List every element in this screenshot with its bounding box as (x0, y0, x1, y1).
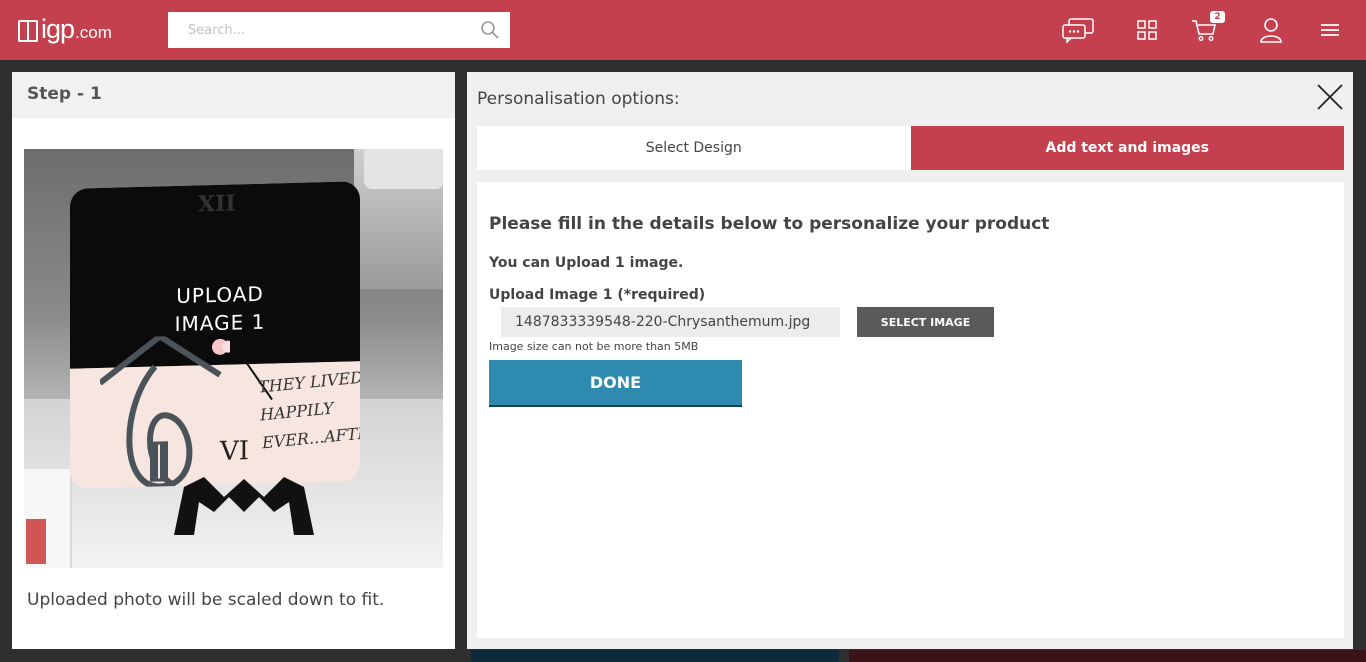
upload-count-note: You can Upload 1 image. (489, 255, 684, 271)
gift-icon (18, 20, 38, 42)
step-preview-panel: Step - 1 XII UPLOAD IMAGE 1 THEY LIVED H… (12, 72, 455, 649)
close-icon[interactable] (1315, 82, 1345, 112)
cart-count-badge: 2 (1210, 11, 1225, 23)
search-box (168, 12, 510, 48)
upload-image-placeholder[interactable]: UPLOAD IMAGE 1 (140, 279, 300, 339)
select-image-button[interactable]: SELECT IMAGE (857, 307, 994, 337)
personalisation-form: Please fill in the details below to pers… (477, 182, 1344, 638)
user-icon[interactable] (1253, 14, 1289, 46)
tab-add-text-images[interactable]: Add text and images (910, 126, 1344, 170)
search-icon[interactable] (480, 20, 500, 40)
search-input[interactable] (168, 12, 468, 48)
roman-numeral-vi: VI (220, 436, 250, 467)
logo-brand: igp (41, 14, 75, 44)
lamp-shape (364, 149, 443, 189)
filename-field[interactable] (501, 307, 840, 337)
upload-field-label: Upload Image 1 (*required) (489, 287, 706, 303)
roman-numeral-xii: XII (198, 190, 236, 218)
upload-label-line1: UPLOAD (176, 281, 264, 309)
top-header: igp .com 2 (0, 0, 1366, 60)
logo-tld: .com (75, 23, 112, 42)
personalisation-modal: Personalisation options: Select Design A… (467, 72, 1353, 649)
done-button[interactable]: DONE (489, 360, 742, 407)
clock-product: XII UPLOAD IMAGE 1 THEY LIVED HAPPILY EV… (70, 181, 360, 489)
tab-select-design[interactable]: Select Design (477, 126, 911, 170)
clock-quote: THEY LIVED HAPPILY EVER...AFTER... (257, 361, 360, 458)
background-strip (471, 650, 839, 662)
form-heading: Please fill in the details below to pers… (489, 214, 1050, 234)
grid-icon[interactable] (1129, 14, 1165, 46)
menu-icon[interactable] (1312, 14, 1348, 46)
step-title: Step - 1 (12, 72, 455, 118)
scale-note: Uploaded photo will be scaled down to fi… (27, 590, 385, 610)
igp-logo[interactable]: igp .com (18, 14, 112, 45)
house-illustration (100, 334, 230, 489)
paper-stack (24, 469, 72, 568)
personalisation-tabs: Select Design Add text and images (477, 126, 1344, 170)
background-strip (849, 650, 1366, 662)
clock-stand (174, 477, 314, 535)
product-preview-image: XII UPLOAD IMAGE 1 THEY LIVED HAPPILY EV… (24, 149, 443, 568)
image-size-note: Image size can not be more than 5MB (489, 340, 699, 353)
modal-title: Personalisation options: (477, 89, 680, 109)
chat-icon[interactable] (1060, 14, 1096, 46)
